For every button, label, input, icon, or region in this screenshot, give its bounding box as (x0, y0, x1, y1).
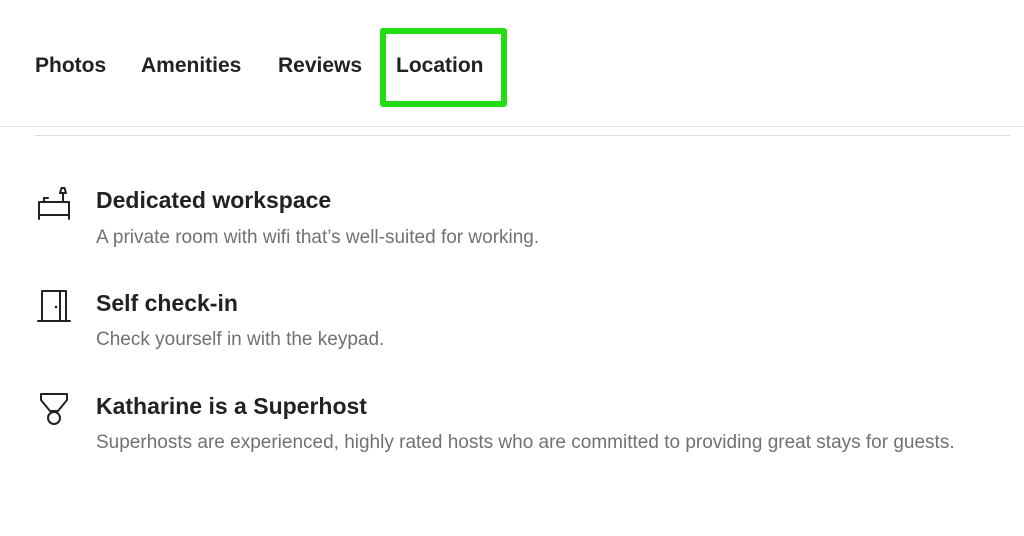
tab-reviews[interactable]: Reviews (278, 52, 362, 80)
door-icon (36, 288, 72, 324)
tab-photos[interactable]: Photos (35, 52, 106, 80)
tab-location[interactable]: Location (396, 52, 484, 80)
feature-title: Self check-in (96, 290, 238, 316)
feature-title: Dedicated workspace (96, 187, 332, 213)
feature-description: Superhosts are experienced, highly rated… (96, 432, 955, 453)
feature-description: Check yourself in with the keypad. (96, 329, 385, 350)
feature-description: A private room with wifi that’s well-sui… (96, 227, 540, 248)
tab-amenities[interactable]: Amenities (141, 52, 241, 80)
section-nav: Photos Amenities Reviews Location (0, 0, 1024, 127)
superhost-medal-icon (36, 391, 72, 427)
feature-title: Katharine is a Superhost (96, 393, 367, 419)
section-divider (35, 135, 1010, 136)
desk-workspace-icon (36, 185, 72, 221)
